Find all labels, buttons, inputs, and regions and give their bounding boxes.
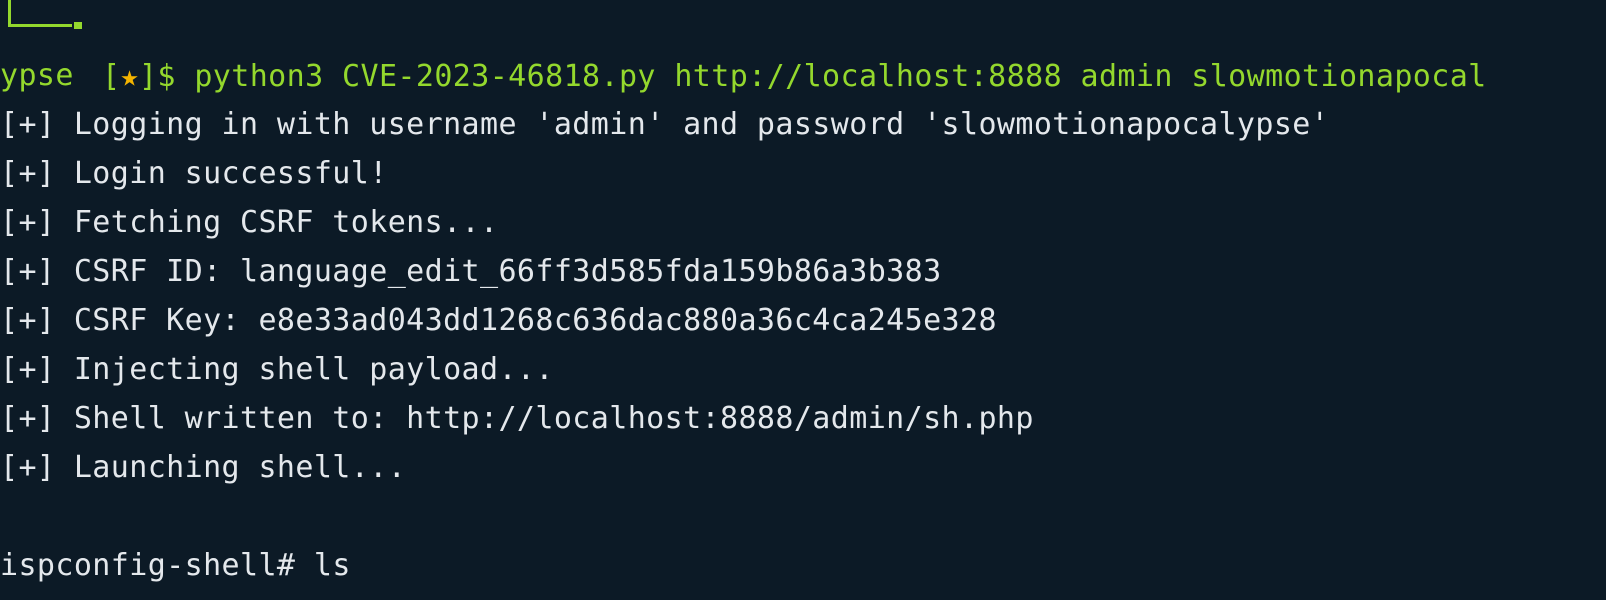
output-line: [+] Shell written to: http://localhost:8… — [0, 401, 1034, 436]
output-line: [+] Fetching CSRF tokens... — [0, 205, 499, 240]
star-icon: ★ — [120, 59, 139, 94]
prompt-line: [★]$ python3 CVE-2023-46818.py http://lo… — [0, 2, 1486, 94]
shell-command: ls — [295, 548, 351, 583]
output-line: [+] Launching shell... — [0, 450, 407, 485]
prompt-open-bracket: [ — [102, 59, 121, 94]
prompt-close-bracket: ]$ — [138, 59, 176, 94]
terminal-window[interactable]: [★]$ python3 CVE-2023-46818.py http://lo… — [0, 0, 1606, 600]
output-line: [+] CSRF Key: e8e33ad043dd1268c636dac880… — [0, 303, 997, 338]
prompt-command-wrap: ypse — [0, 58, 74, 93]
output-line: [+] CSRF ID: language_edit_66ff3d585fda1… — [0, 254, 942, 289]
output-line: [+] Logging in with username 'admin' and… — [0, 107, 1330, 142]
output-line: [+] Injecting shell payload... — [0, 352, 554, 387]
prompt-command: python3 CVE-2023-46818.py http://localho… — [175, 59, 1487, 94]
shell-input-line[interactable]: ispconfig-shell# ls — [0, 541, 351, 591]
shell-prompt: ispconfig-shell# — [0, 548, 296, 583]
output-line: [+] Login successful! — [0, 156, 388, 191]
